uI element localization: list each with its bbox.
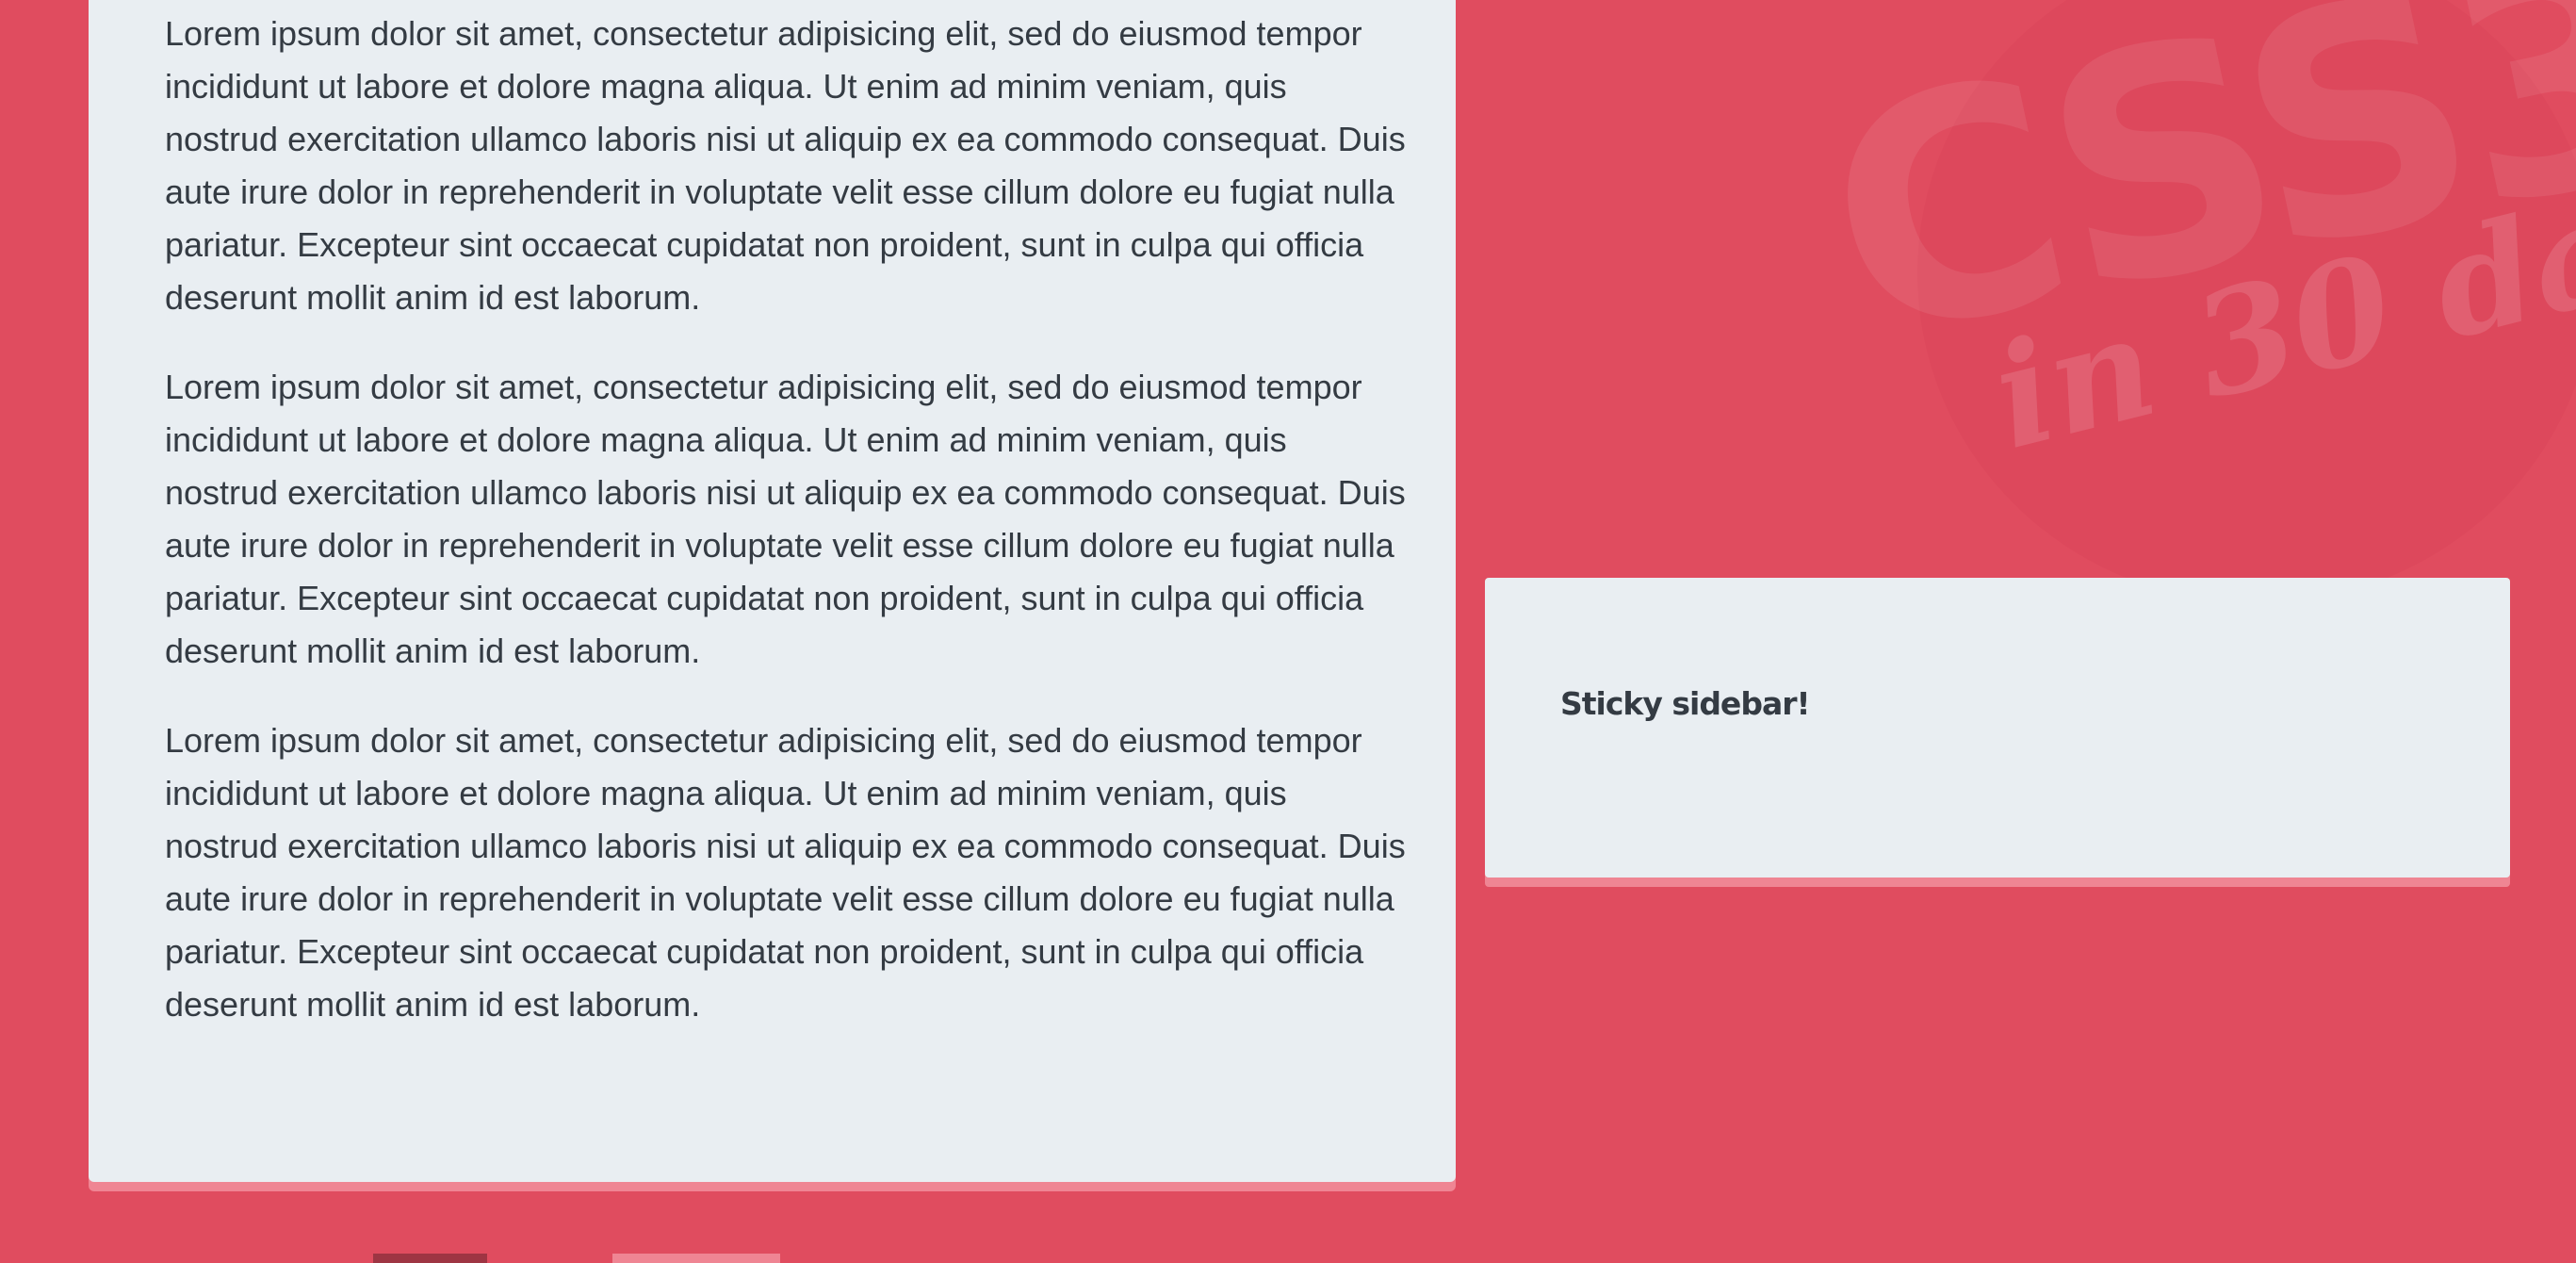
css3-in-30-days-watermark-logo: CSS3 in 30 days [1800, 0, 2576, 603]
sticky-sidebar-card: Sticky sidebar! [1485, 578, 2510, 878]
watermark-circle [1917, 0, 2576, 603]
bottom-partial-block-dark [373, 1254, 487, 1263]
content-paragraph-1: Lorem ipsum dolor sit amet, consectetur … [165, 14, 1406, 317]
page: CSS3 in 30 days Lorem ipsum dolor sit am… [0, 0, 2576, 1263]
sidebar-title: Sticky sidebar! [1560, 685, 1811, 722]
bottom-partial-block-light [612, 1254, 780, 1263]
content-paragraph-3: Lorem ipsum dolor sit amet, consectetur … [165, 721, 1406, 1024]
watermark-css3-text: CSS3 [1800, 0, 2576, 411]
main-content-text: Lorem ipsum dolor sit amet, consectetur … [165, 8, 1409, 1068]
watermark-in-30-days-text: in 30 days [1979, 125, 2576, 482]
main-content-card: Lorem ipsum dolor sit amet, consectetur … [89, 0, 1456, 1182]
content-paragraph-2: Lorem ipsum dolor sit amet, consectetur … [165, 368, 1406, 670]
